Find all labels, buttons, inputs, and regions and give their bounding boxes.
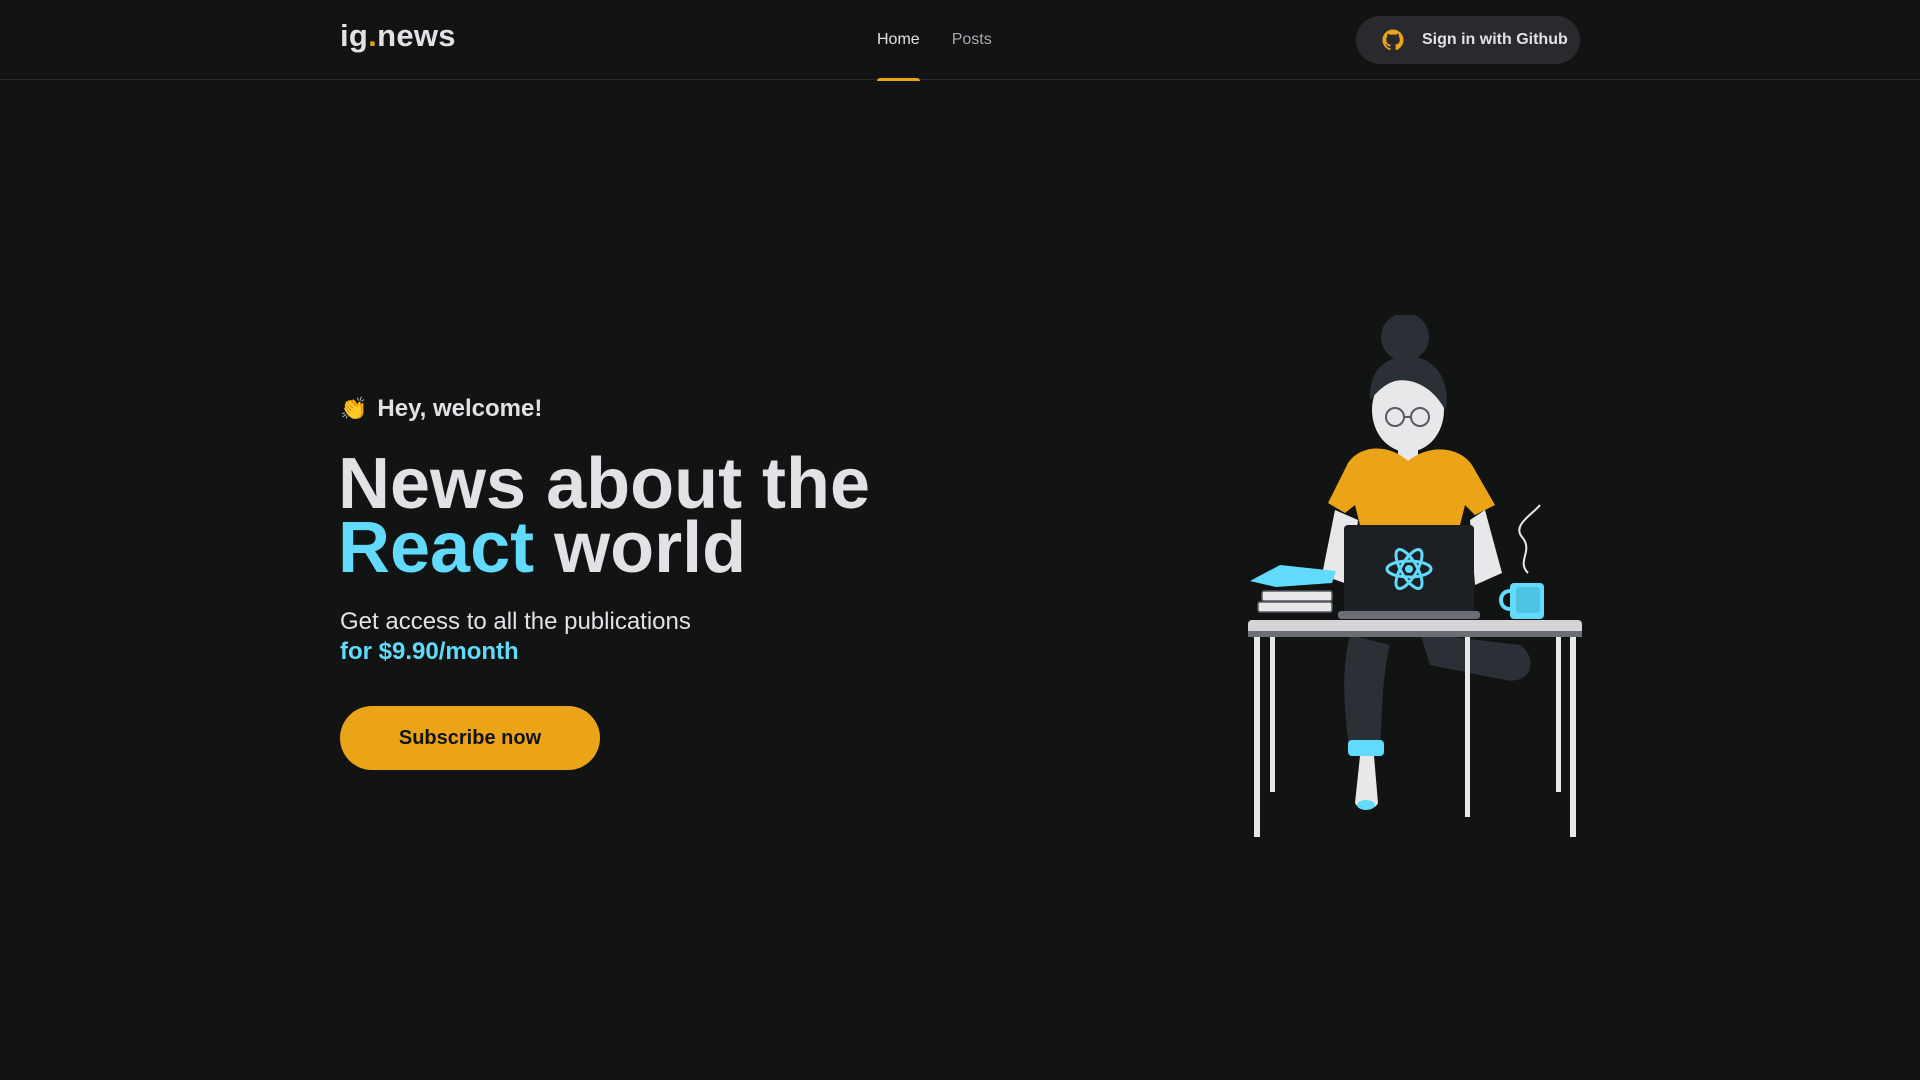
hero-title-rest: world [534,508,747,588]
nav-posts-link[interactable]: Posts [952,0,992,80]
clapping-hands-icon: 👏 [340,396,368,421]
github-icon [1382,29,1404,51]
logo-suffix: news [377,18,456,53]
books-icon [1250,565,1336,613]
logo-prefix: ig [340,18,369,53]
hero-title-accent: React [338,508,535,588]
hero-price: for $9.90/month [340,638,519,665]
main-nav: Home Posts [877,0,1024,81]
sign-in-github-button[interactable]: Sign in with Github [1356,16,1580,64]
welcome-label: Hey, welcome! [377,395,543,422]
welcome-text: 👏 Hey, welcome! [340,395,542,423]
hero-description: Get access to all the publications [340,608,691,635]
sign-in-label: Sign in with Github [1422,31,1568,48]
logo-dot: . [368,18,378,53]
logo[interactable]: ig.news [340,18,456,54]
header: ig.news Home Posts Sign in with Github [0,0,1920,81]
nav-home-link[interactable]: Home [877,0,920,81]
hero-title: News about the React world [338,448,938,584]
woman-coding-illustration [1248,315,1582,837]
coffee-mug-icon [1499,504,1544,619]
subscribe-button[interactable]: Subscribe now [340,706,600,770]
